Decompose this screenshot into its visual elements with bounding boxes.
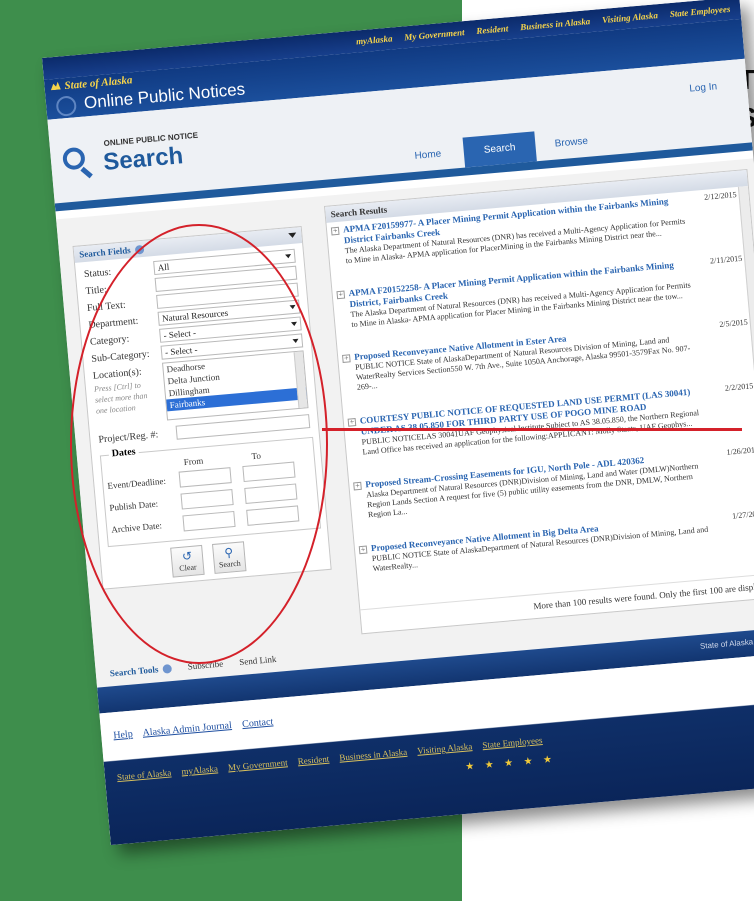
- result-date: 1/27/2015: [731, 508, 754, 521]
- expand-icon[interactable]: +: [353, 481, 362, 491]
- top-link-visiting[interactable]: Visiting Alaska: [602, 10, 659, 25]
- footer-nav: State of Alaska myAlaska My Government R…: [117, 734, 551, 782]
- expand-icon[interactable]: +: [336, 290, 346, 300]
- login-link[interactable]: Log In: [689, 81, 718, 94]
- star-decoration-icon: ★ ★ ★ ★ ★: [464, 753, 557, 773]
- top-link-resident[interactable]: Resident: [476, 23, 509, 36]
- page-title: Search: [102, 142, 185, 176]
- tab-browse[interactable]: Browse: [534, 125, 608, 161]
- status-label: Status:: [83, 266, 112, 281]
- footer-nav-employees[interactable]: State Employees: [482, 735, 543, 750]
- expand-icon[interactable]: +: [358, 545, 368, 555]
- top-link-business[interactable]: Business in Alaska: [520, 16, 591, 32]
- collapse-icon[interactable]: [288, 232, 297, 239]
- expand-icon[interactable]: +: [330, 226, 340, 236]
- footer-nav-state[interactable]: State of Alaska: [117, 767, 172, 782]
- tab-search[interactable]: Search: [462, 131, 537, 168]
- send-link[interactable]: Send Link: [239, 654, 277, 667]
- top-link-myalaska[interactable]: myAlaska: [356, 33, 393, 46]
- footer-links: Help Alaska Admin Journal Contact: [113, 716, 282, 742]
- result-date: 2/5/2015: [718, 317, 749, 329]
- search-tools-label: Search Tools: [109, 664, 159, 679]
- magnifier-icon: [61, 146, 86, 171]
- results-count-note: More than 100 results were found. Only t…: [360, 572, 754, 634]
- footer-nav-myalaska[interactable]: myAlaska: [181, 763, 218, 776]
- result-date: 2/11/2015: [709, 253, 743, 266]
- footer-link-contact[interactable]: Contact: [242, 716, 274, 730]
- top-link-state-employees[interactable]: State Employees: [669, 4, 730, 19]
- tab-home[interactable]: Home: [391, 138, 465, 174]
- expand-icon[interactable]: +: [347, 417, 357, 427]
- footer-nav-resident[interactable]: Resident: [297, 754, 329, 767]
- result-date: 1/26/2015: [726, 445, 754, 457]
- search-results-panel: Search Results + APMA F20159977- A Place…: [323, 168, 754, 635]
- footer-link-admin-journal[interactable]: Alaska Admin Journal: [142, 720, 232, 739]
- footer-nav-government[interactable]: My Government: [228, 757, 288, 772]
- expand-icon[interactable]: +: [342, 353, 351, 363]
- alaska-map-icon: [50, 82, 61, 91]
- seal-icon: [55, 95, 78, 117]
- tools-info-icon[interactable]: [162, 664, 172, 675]
- top-link-my-government[interactable]: My Government: [404, 27, 465, 42]
- result-date: 2/12/2015: [703, 190, 737, 202]
- main-tabs: Home Search Browse: [391, 125, 609, 174]
- search-fields-title: Search Fields: [78, 245, 132, 260]
- footer-nav-business[interactable]: Business in Alaska: [339, 747, 408, 763]
- callout-line: [322, 428, 742, 431]
- footer-link-help[interactable]: Help: [113, 729, 133, 742]
- footer-nav-visiting[interactable]: Visiting Alaska: [417, 741, 473, 756]
- result-date: 2/2/2015: [724, 381, 754, 393]
- highlight-oval: [70, 224, 328, 664]
